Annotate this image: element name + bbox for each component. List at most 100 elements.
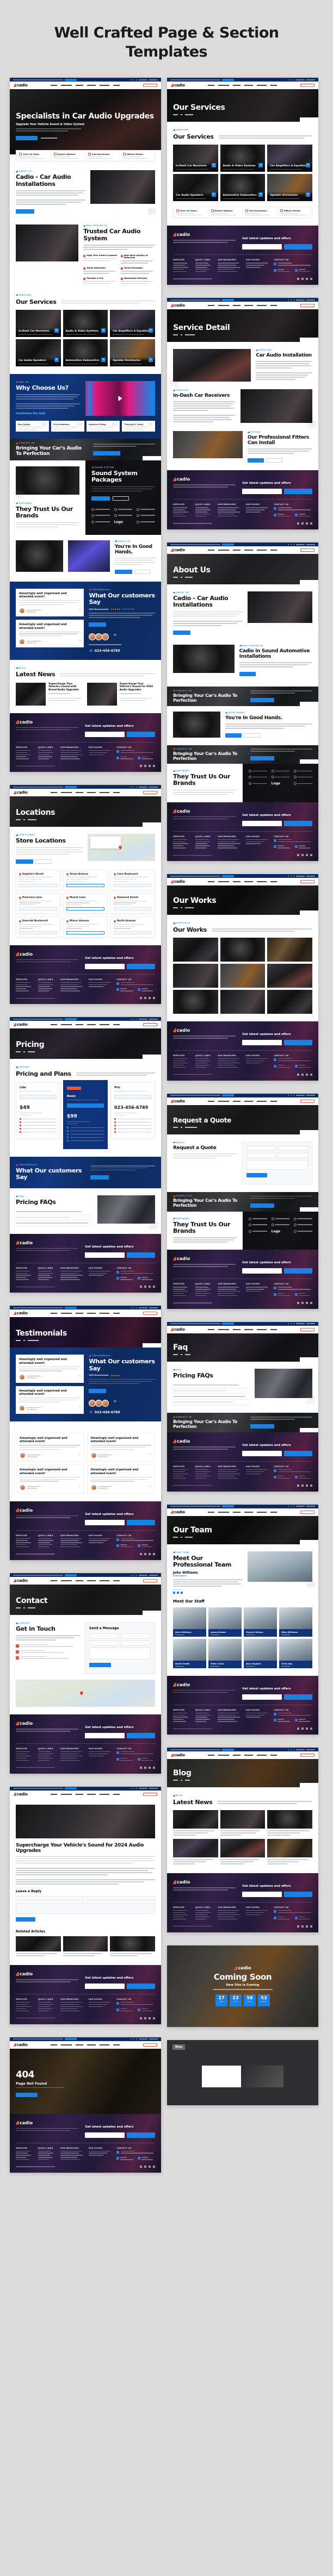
nav-cta-button[interactable] xyxy=(143,791,157,795)
service-card[interactable]: In-Dash Car Receivers + xyxy=(173,145,218,172)
nav-cta-button[interactable] xyxy=(300,1754,314,1757)
plus-icon[interactable]: + xyxy=(54,328,59,333)
message-textarea[interactable] xyxy=(246,1159,308,1170)
location-card[interactable]: Lime Boulevard xyxy=(110,869,155,890)
plus-icon[interactable]: + xyxy=(258,192,263,197)
faq-item[interactable] xyxy=(173,1388,250,1394)
subject-input[interactable] xyxy=(121,1641,151,1646)
service-card[interactable]: Automotive Subwoofers + xyxy=(63,339,108,366)
phone-number[interactable]: 023-456-6789 xyxy=(95,649,120,653)
map[interactable] xyxy=(16,1680,155,1707)
blog-card[interactable] xyxy=(267,1839,312,1866)
map[interactable] xyxy=(87,834,155,862)
logo[interactable]: cadio xyxy=(14,790,28,795)
plus-icon[interactable]: + xyxy=(211,192,216,197)
mockup-blog-detail[interactable]: cadio Supercharge Your Vehicle's Sound f… xyxy=(10,1786,161,2024)
plus-icon[interactable]: + xyxy=(305,163,310,168)
blog-card[interactable]: Supercharge Your Vehicle's Sound for 202… xyxy=(87,682,156,706)
footer-logo[interactable]: cadio xyxy=(173,1028,236,1033)
plus-icon[interactable]: + xyxy=(101,328,106,333)
blog-card[interactable] xyxy=(173,1839,218,1866)
service-card[interactable]: Speaker Enclosures + xyxy=(267,174,312,202)
related-article[interactable] xyxy=(16,1936,61,1957)
email-input[interactable] xyxy=(278,1145,308,1151)
newsletter-subscribe-button[interactable] xyxy=(284,244,312,250)
site-navbar[interactable]: cadio xyxy=(10,82,161,90)
location-card[interactable]: Parkview Lane xyxy=(16,893,60,914)
newsletter-subscribe-button[interactable] xyxy=(284,1268,312,1274)
footer-logo[interactable]: cadio xyxy=(173,477,236,482)
why-link[interactable]: Customize the look xyxy=(16,412,80,415)
newsletter-email-input[interactable] xyxy=(242,1040,282,1046)
newsletter-email-input[interactable] xyxy=(85,1733,125,1739)
nav-cta-button[interactable] xyxy=(300,1510,314,1514)
location-card[interactable]: Stone Avenue xyxy=(63,869,108,890)
team-member[interactable]: Peter Clark xyxy=(208,1639,242,1668)
service-card[interactable]: Audio & Video Systems + xyxy=(63,309,108,337)
logo[interactable]: cadio xyxy=(171,880,185,884)
newsletter-email-input[interactable] xyxy=(85,1519,125,1525)
footer-logo[interactable]: cadio xyxy=(16,2120,78,2125)
team-member[interactable]: David Smith xyxy=(173,1639,206,1668)
logo[interactable]: cadio xyxy=(14,1311,28,1315)
plan-cta-button[interactable] xyxy=(114,1094,151,1099)
footer-logo[interactable]: cadio xyxy=(16,1972,78,1976)
logo[interactable]: cadio xyxy=(171,1753,185,1757)
hero-secondary-button[interactable] xyxy=(41,138,57,139)
logo[interactable]: cadio xyxy=(171,1327,185,1332)
footer-logo[interactable]: cadio xyxy=(173,1439,236,1444)
location-card[interactable]: North Avenue xyxy=(110,916,155,938)
faq-item[interactable] xyxy=(173,1394,250,1400)
faq-item[interactable] xyxy=(16,1215,92,1221)
cta-button[interactable] xyxy=(250,1203,275,1208)
service-card[interactable]: Audio & Video Systems + xyxy=(220,145,266,172)
service-card[interactable]: Car Amplifiers & Equalizers + xyxy=(110,309,155,337)
message-textarea[interactable] xyxy=(89,1648,151,1660)
newsletter-email-input[interactable] xyxy=(242,820,282,826)
logo[interactable]: cadio xyxy=(14,1022,28,1027)
team-member[interactable]: John Williams xyxy=(173,1607,206,1637)
faq-item[interactable] xyxy=(16,1220,92,1226)
reply-message-textarea[interactable] xyxy=(16,1903,155,1914)
phone-number[interactable]: 023-456-6789 xyxy=(95,1411,120,1414)
newsletter-email-input[interactable] xyxy=(242,1268,282,1274)
newsletter-subscribe-button[interactable] xyxy=(127,1519,155,1525)
logo[interactable]: cadio xyxy=(171,303,185,308)
goodhands-secondary-button[interactable] xyxy=(244,733,261,738)
faq-item[interactable] xyxy=(173,1400,250,1406)
submit-quote-button[interactable] xyxy=(246,1172,267,1177)
hero-primary-button[interactable] xyxy=(16,136,38,141)
mockup-blog[interactable]: cadio Blog Blog Latest News xyxy=(167,1748,318,1932)
service-select[interactable] xyxy=(278,1152,308,1158)
nav-cta-button[interactable] xyxy=(143,1312,157,1315)
footer-logo[interactable]: cadio xyxy=(16,1508,78,1513)
post-comment-button[interactable] xyxy=(16,1917,35,1922)
back-home-button[interactable] xyxy=(16,2092,38,2097)
pricing-plan[interactable]: Basic $99 xyxy=(63,1080,108,1149)
nav-cta-button[interactable] xyxy=(300,1099,314,1103)
work-item[interactable] xyxy=(173,964,218,988)
goodhands-primary-button[interactable] xyxy=(114,569,132,574)
service-card[interactable]: Automotive Subwoofers + xyxy=(220,174,266,202)
pricing-plan[interactable]: Lite $49 xyxy=(16,1082,60,1139)
work-item[interactable] xyxy=(267,990,312,1014)
newsletter-subscribe-button[interactable] xyxy=(284,489,312,495)
footer-logo[interactable]: cadio xyxy=(173,1256,236,1261)
mockup-coming-soon[interactable]: cadio Coming Soon New Site Is Coming 27 D… xyxy=(167,1945,318,2027)
packages-primary-button[interactable] xyxy=(91,496,110,501)
learn-more-button[interactable] xyxy=(248,458,264,463)
location-card[interactable]: Manor Avenue xyxy=(63,916,108,938)
service-card[interactable]: Car Audio Speakers + xyxy=(16,339,61,366)
mockup-about-us[interactable]: cadio About Us About Us Cadio - Car Audi… xyxy=(167,542,318,862)
newsletter-email-input[interactable] xyxy=(242,1451,282,1457)
plus-icon[interactable]: + xyxy=(258,163,263,168)
logo[interactable]: cadio xyxy=(14,1792,28,1797)
blog-card[interactable] xyxy=(173,1810,218,1837)
work-item[interactable] xyxy=(220,964,266,988)
goodhands-primary-button[interactable] xyxy=(225,733,242,738)
mockup-our-works[interactable]: cadio Our Works Portfolio Our Works xyxy=(167,874,318,1081)
mockup-contact[interactable]: cadio Contact Contact Get in Touch xyxy=(10,1573,161,1774)
contact-button[interactable] xyxy=(35,859,52,864)
phone-input[interactable] xyxy=(89,1641,119,1646)
footer-logo[interactable]: cadio xyxy=(16,1721,78,1726)
